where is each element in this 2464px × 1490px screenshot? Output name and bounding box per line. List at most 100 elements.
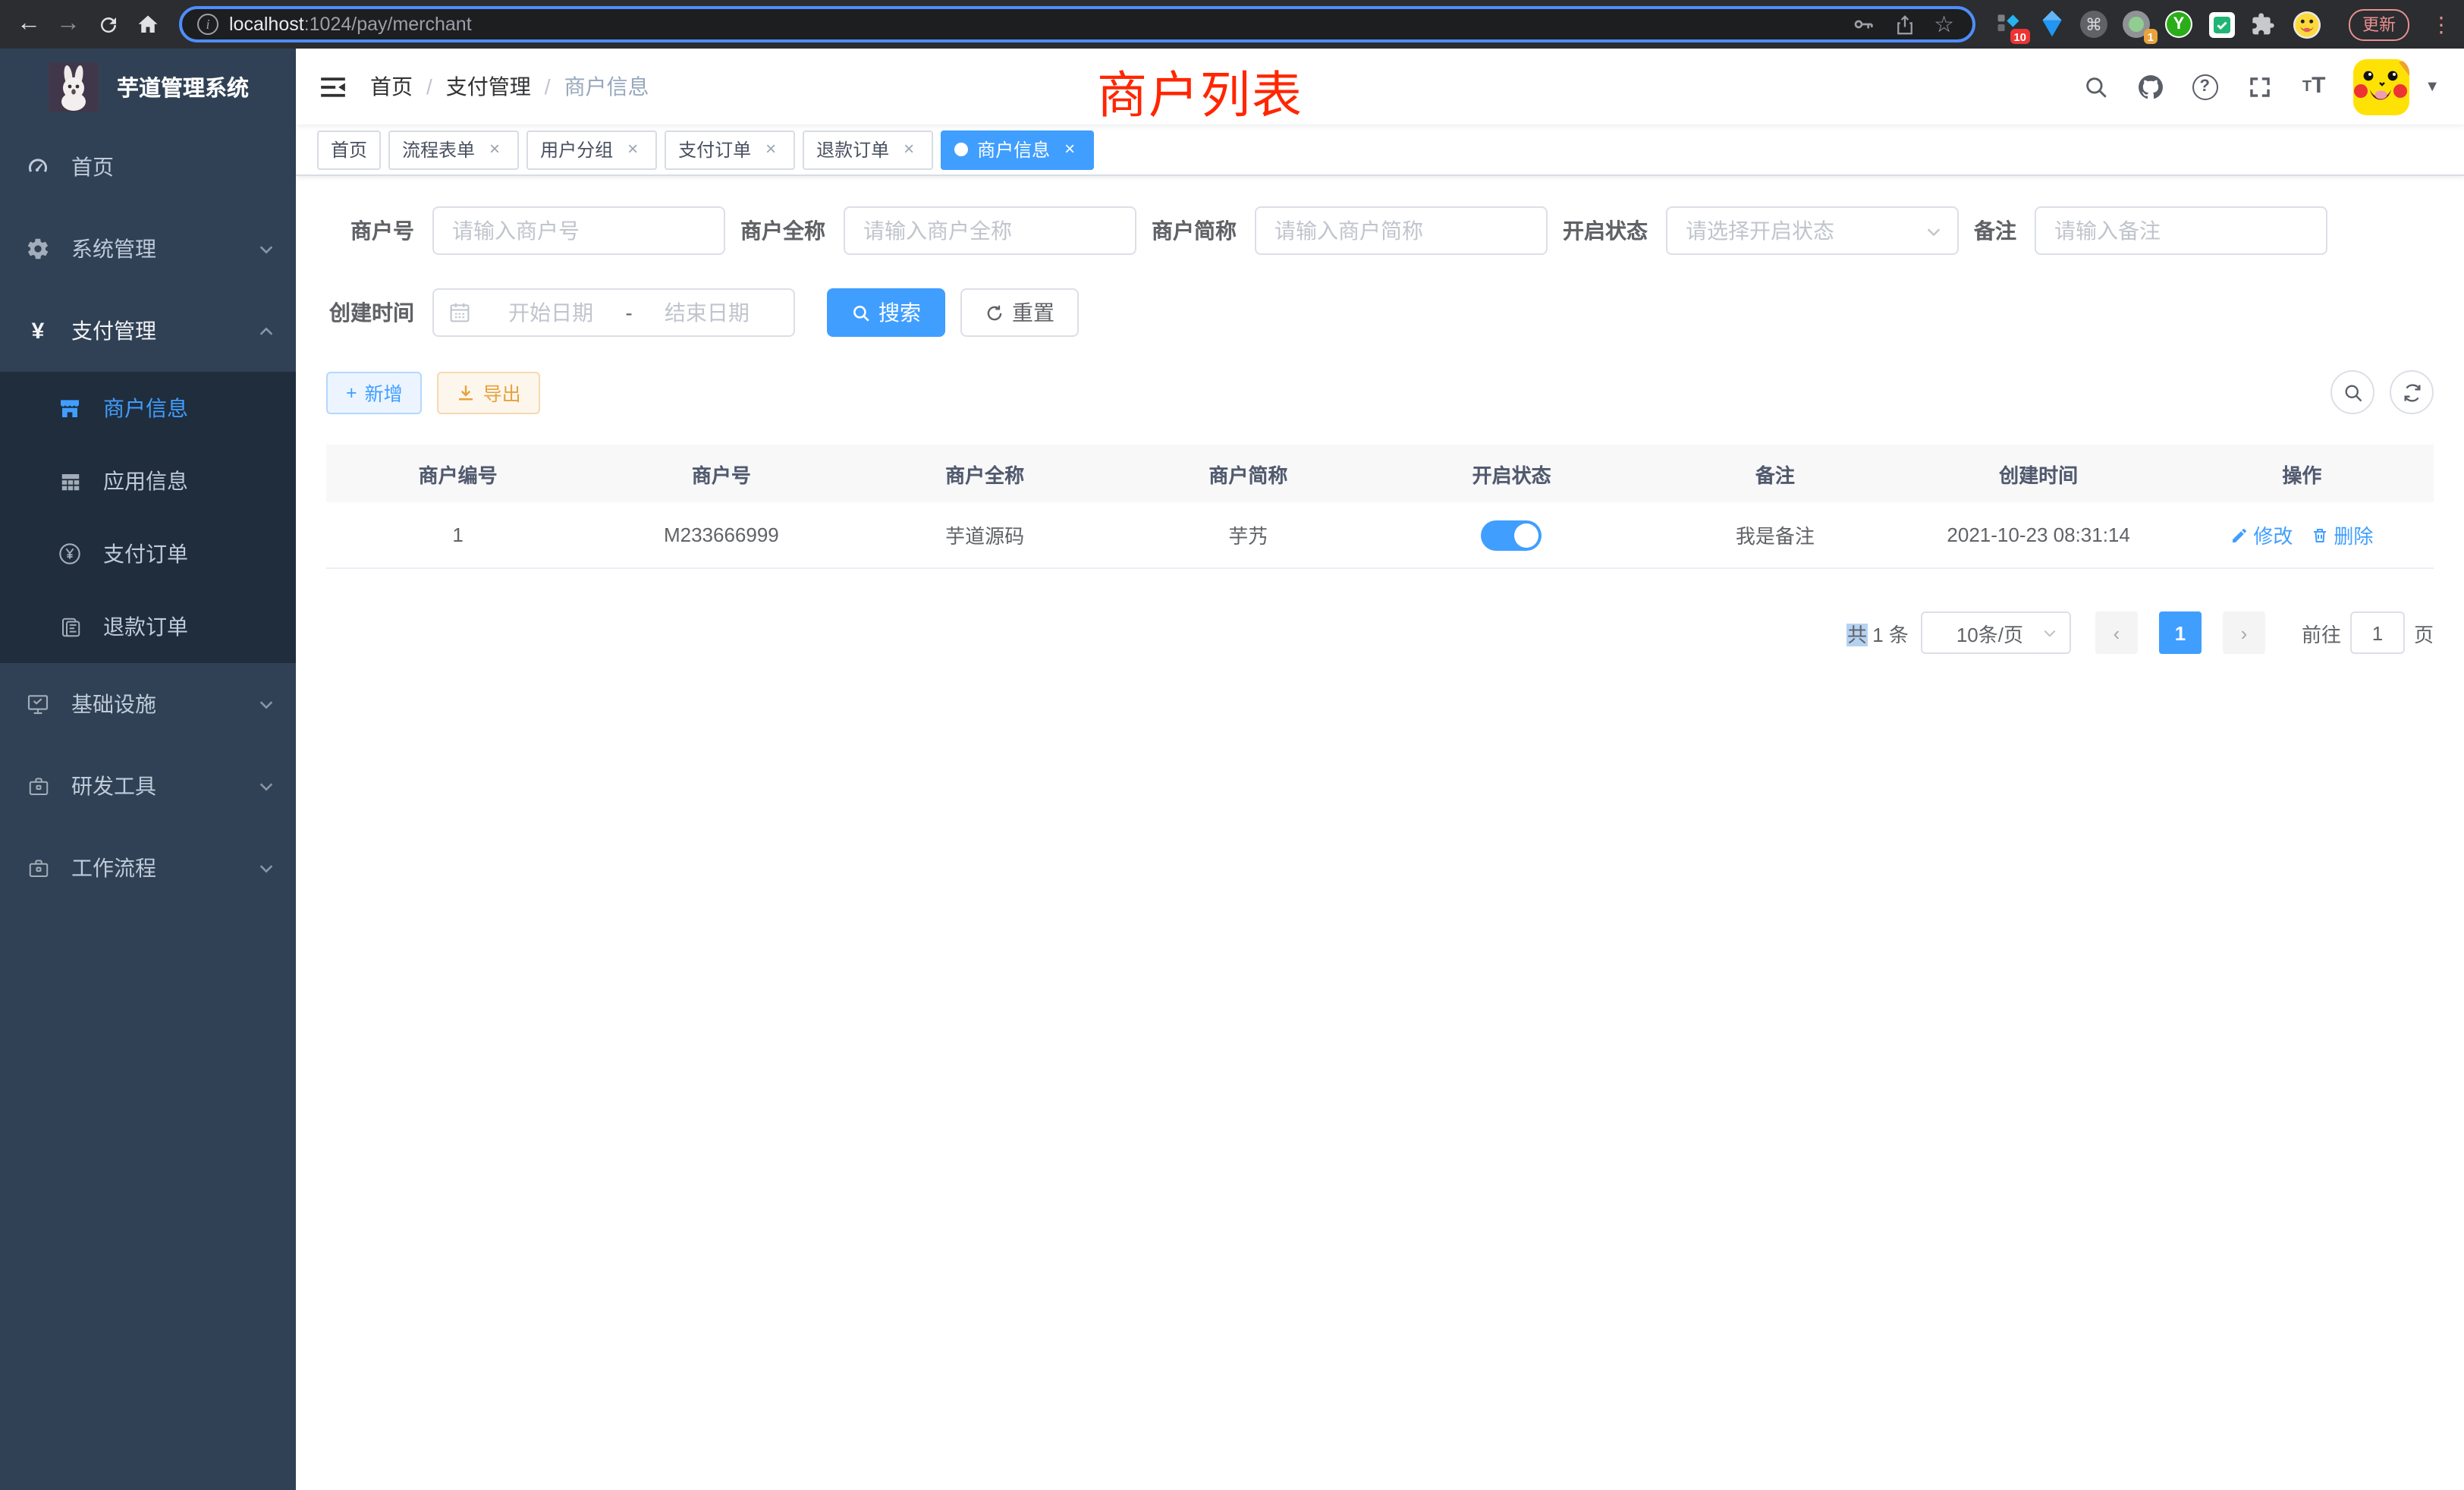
app-logo-block[interactable]: 芋道管理系统 (0, 49, 296, 126)
tags-view: 首页 流程表单× 用户分组× 支付订单× 退款订单× 商户信息× (296, 124, 2464, 176)
profile-avatar-icon[interactable] (2291, 9, 2321, 39)
yen-icon: ¥ (26, 319, 50, 343)
breadcrumb-payment[interactable]: 支付管理 (446, 71, 531, 102)
reload-icon[interactable] (88, 5, 127, 44)
sidebar-item-workflow[interactable]: 工作流程 (0, 827, 296, 909)
refresh-table-icon[interactable] (2390, 370, 2434, 414)
extension-tabs-icon[interactable]: 10 (1994, 9, 2024, 39)
forward-icon[interactable]: → (49, 5, 88, 44)
sidebar-item-label: 系统管理 (71, 234, 258, 264)
extension-y-icon[interactable]: Y (2164, 9, 2194, 39)
table-row: 1 M233666999 芋道源码 芋艿 我是备注 2021-10-23 08:… (326, 502, 2434, 567)
sidebar-item-merchant-info[interactable]: 商户信息 (0, 372, 296, 445)
font-size-icon[interactable]: TT (2299, 71, 2329, 102)
github-icon[interactable] (2135, 71, 2165, 102)
sidebar-item-refund-order[interactable]: 退款订单 (0, 590, 296, 663)
bookmark-star-icon[interactable]: ☆ (1934, 11, 1954, 38)
tag-pay-order[interactable]: 支付订单× (665, 130, 795, 169)
close-icon[interactable]: × (622, 139, 643, 160)
column-header: 商户编号 (326, 459, 589, 488)
chrome-update-button[interactable]: 更新 (2349, 8, 2409, 40)
sidebar-item-label: 应用信息 (103, 466, 275, 496)
chevron-up-icon (258, 322, 275, 339)
password-key-icon[interactable] (1850, 12, 1875, 36)
home-icon[interactable] (127, 5, 167, 44)
share-icon[interactable] (1893, 13, 1916, 36)
monitor-check-icon (26, 692, 50, 716)
page-number-button[interactable]: 1 (2159, 611, 2202, 654)
sidebar-item-payment[interactable]: ¥ 支付管理 (0, 290, 296, 372)
payment-submenu: 商户信息 应用信息 支付订单 (0, 372, 296, 663)
sidebar-item-label: 工作流程 (71, 853, 258, 883)
goto-page-input[interactable] (2350, 611, 2405, 654)
content-area: 商户列表 首页 / 支付管理 / 商户信息 (296, 49, 2464, 1490)
sidebar-item-infrastructure[interactable]: 基础设施 (0, 663, 296, 745)
create-time-range-picker[interactable]: 开始日期 - 结束日期 (432, 288, 795, 337)
reset-button[interactable]: 重置 (960, 288, 1079, 337)
app-title: 芋道管理系统 (117, 71, 249, 103)
address-bar[interactable]: i localhost:1024/pay/merchant ☆ (179, 6, 1975, 42)
close-icon[interactable]: × (898, 139, 919, 160)
chevron-down-icon (2042, 625, 2057, 640)
form-item-short-name: 商户简称 (1152, 206, 1548, 255)
extension-command-icon[interactable]: ⌘ (2079, 9, 2109, 39)
active-dot (954, 143, 968, 156)
search-button[interactable]: 搜索 (827, 288, 945, 337)
grid-icon (58, 469, 82, 493)
breadcrumb-home[interactable]: 首页 (370, 71, 413, 102)
tag-process-form[interactable]: 流程表单× (388, 130, 519, 169)
close-icon[interactable]: × (484, 139, 505, 160)
tag-home[interactable]: 首页 (317, 130, 381, 169)
sidebar-item-pay-order[interactable]: 支付订单 (0, 517, 296, 590)
user-avatar[interactable] (2353, 58, 2409, 115)
tag-merchant-info[interactable]: 商户信息× (941, 130, 1094, 169)
page-unit-label: 页 (2414, 618, 2434, 647)
help-icon[interactable]: ? (2189, 71, 2220, 102)
extension-kite-icon[interactable] (2036, 9, 2066, 39)
page-size-select[interactable]: 10条/页 (1921, 611, 2071, 654)
header-search-icon[interactable] (2080, 71, 2110, 102)
cell-merchant-id: 1 (326, 523, 589, 546)
close-icon[interactable]: × (760, 139, 781, 160)
status-select[interactable]: 请选择开启状态 (1666, 206, 1959, 255)
prev-page-button[interactable]: ‹ (2095, 611, 2138, 654)
search-icon (851, 303, 871, 322)
sidebar-item-devtools[interactable]: 研发工具 (0, 745, 296, 827)
goto-label: 前往 (2302, 618, 2341, 647)
pagination-total: 共 1 条 (1847, 618, 1909, 647)
browser-menu-icon[interactable]: ⋮ (2431, 11, 2452, 37)
toolbox-icon (26, 774, 50, 798)
extension-proxy-icon[interactable]: 1 (2121, 9, 2151, 39)
status-toggle[interactable] (1482, 520, 1542, 550)
merchant-no-input[interactable] (432, 206, 725, 255)
short-name-input[interactable] (1255, 206, 1548, 255)
fullscreen-icon[interactable] (2244, 71, 2274, 102)
merchant-table: 商户编号 商户号 商户全称 商户简称 开启状态 备注 创建时间 操作 1 M23… (326, 445, 2434, 569)
url-text[interactable]: localhost:1024/pay/merchant (229, 14, 1850, 35)
sidebar-item-home[interactable]: 首页 (0, 126, 296, 208)
add-button[interactable]: + 新增 (326, 371, 423, 413)
sidebar-fold-icon[interactable] (296, 49, 370, 124)
show-search-icon[interactable] (2330, 370, 2374, 414)
refresh-icon (985, 303, 1004, 322)
avatar-caret-icon[interactable]: ▼ (2425, 78, 2440, 95)
export-button[interactable]: 导出 (438, 371, 541, 413)
navbar-actions: ? TT ▼ (2080, 58, 2440, 115)
delete-link[interactable]: 删除 (2311, 520, 2373, 549)
page-info-icon[interactable]: i (197, 14, 218, 35)
close-icon[interactable]: × (1059, 139, 1080, 160)
extension-notes-icon[interactable] (2206, 9, 2236, 39)
back-icon[interactable]: ← (9, 5, 49, 44)
edit-link[interactable]: 修改 (2230, 520, 2293, 549)
extension-badge: 1 (2144, 29, 2158, 44)
sidebar-item-label: 研发工具 (71, 771, 258, 801)
sidebar-item-label: 支付订单 (103, 539, 275, 569)
full-name-input[interactable] (844, 206, 1136, 255)
tag-user-group[interactable]: 用户分组× (526, 130, 657, 169)
sidebar-item-system[interactable]: 系统管理 (0, 208, 296, 290)
sidebar-item-app-info[interactable]: 应用信息 (0, 445, 296, 517)
tag-refund-order[interactable]: 退款订单× (803, 130, 933, 169)
extensions-puzzle-icon[interactable] (2249, 9, 2279, 39)
next-page-button[interactable]: › (2223, 611, 2265, 654)
remark-input[interactable] (2035, 206, 2327, 255)
